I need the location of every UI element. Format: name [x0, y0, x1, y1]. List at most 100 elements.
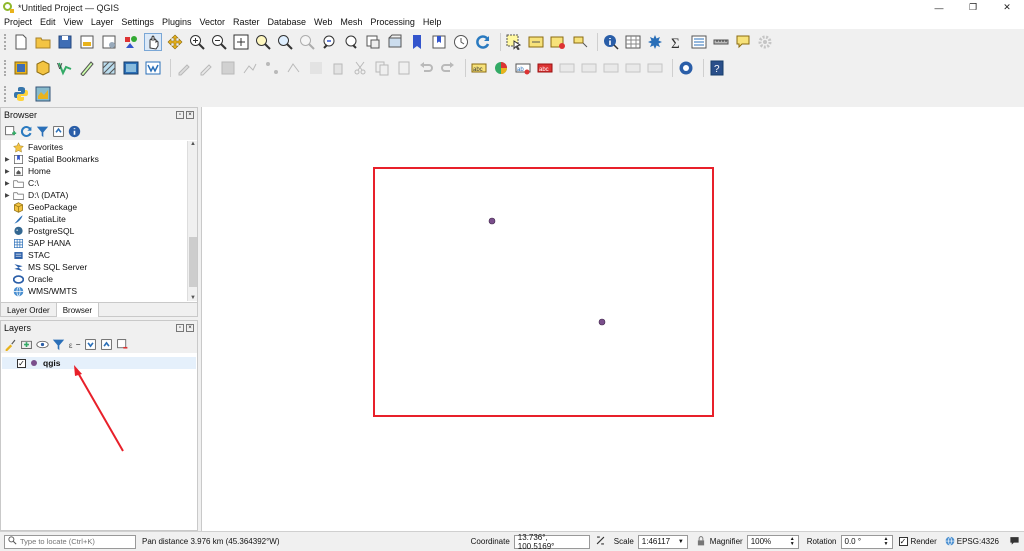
close-panel-button[interactable]: ×	[186, 324, 194, 332]
undo-button[interactable]	[417, 59, 435, 77]
crs-button[interactable]: EPSG:4326	[957, 537, 999, 546]
zoom-full-button[interactable]	[232, 33, 250, 51]
tree-item-stac[interactable]: STAC	[1, 249, 187, 261]
identify-features-button[interactable]	[602, 33, 620, 51]
toolbar-grip[interactable]	[4, 86, 8, 102]
modify-attributes-button[interactable]	[307, 59, 325, 77]
map-point-feature[interactable]	[488, 217, 496, 225]
change-label-button[interactable]	[602, 59, 620, 77]
add-selected-layers-icon[interactable]	[4, 125, 17, 138]
tree-item-favorites[interactable]: Favorites	[1, 141, 187, 153]
tab-browser[interactable]: Browser	[56, 303, 100, 317]
expand-all-icon[interactable]	[84, 338, 97, 351]
remove-layer-icon[interactable]	[116, 338, 129, 351]
filter-legend-icon[interactable]	[52, 338, 65, 351]
scroll-up-icon[interactable]: ▲	[188, 141, 198, 147]
rotate-label-button[interactable]	[580, 59, 598, 77]
delete-selected-button[interactable]	[329, 59, 347, 77]
scrollbar-thumb[interactable]	[189, 237, 197, 287]
data-source-manager-button[interactable]	[12, 59, 30, 77]
pan-map-button[interactable]	[144, 33, 162, 51]
zoom-in-button[interactable]	[188, 33, 206, 51]
new-map-view-button[interactable]	[364, 33, 382, 51]
zoom-to-selection-button[interactable]	[254, 33, 272, 51]
info-icon[interactable]	[68, 125, 81, 138]
vertex-tool-button[interactable]	[285, 59, 303, 77]
tab-layer-order[interactable]: Layer Order	[1, 303, 57, 317]
measure-line-button[interactable]	[712, 33, 730, 51]
zoom-next-button[interactable]	[342, 33, 360, 51]
tree-item-sap-hana[interactable]: SAP HANA	[1, 237, 187, 249]
show-hide-label-button[interactable]	[646, 59, 664, 77]
rotation-spinbox[interactable]: 0.0 ° ▲ ▼	[840, 534, 893, 549]
toggle-editing-button[interactable]	[197, 59, 215, 77]
highlight-pinned-labels-button[interactable]: ab	[514, 59, 532, 77]
scale-combobox[interactable]: 1:46117 ▼	[637, 534, 688, 549]
add-group-icon[interactable]	[20, 338, 33, 351]
add-raster-layer-button[interactable]	[78, 59, 96, 77]
open-project-button[interactable]	[34, 33, 52, 51]
pan-to-selection-button[interactable]	[166, 33, 184, 51]
add-mesh-layer-button[interactable]	[100, 59, 118, 77]
help-button[interactable]: ?	[708, 59, 726, 77]
coordinate-field[interactable]: 13.736°, 100.5169°	[513, 533, 590, 551]
filter-expression-icon[interactable]: ε	[68, 338, 81, 351]
tree-item-wms-wmts[interactable]: WMS/WMTS	[1, 285, 187, 297]
temporal-controller-button[interactable]	[452, 33, 470, 51]
show-bookmarks-button[interactable]	[430, 33, 448, 51]
close-panel-button[interactable]: ×	[186, 111, 194, 119]
magnifier-spinbox[interactable]: 100% ▲ ▼	[746, 534, 799, 549]
menu-database[interactable]: Database	[268, 17, 307, 27]
menu-help[interactable]: Help	[423, 17, 442, 27]
locator-input[interactable]	[20, 537, 130, 546]
expand-arrow-icon[interactable]: ▶	[5, 168, 13, 175]
expand-arrow-icon[interactable]: ▶	[5, 192, 13, 199]
save-layer-edits-button[interactable]	[219, 59, 237, 77]
maximize-button[interactable]: ❐	[956, 0, 990, 15]
show-hide-labels-button[interactable]: abc	[536, 59, 554, 77]
pin-label-button[interactable]	[624, 59, 642, 77]
copy-features-button[interactable]	[373, 59, 391, 77]
menu-view[interactable]: View	[64, 17, 83, 27]
menu-settings[interactable]: Settings	[121, 17, 154, 27]
float-panel-button[interactable]: ▫	[176, 324, 184, 332]
new-project-button[interactable]	[12, 33, 30, 51]
new-bookmark-button[interactable]	[408, 33, 426, 51]
tree-item-mssql[interactable]: MS SQL Server	[1, 261, 187, 273]
layer-visibility-checkbox[interactable]: ✓	[17, 358, 26, 368]
current-edits-button[interactable]	[175, 59, 193, 77]
collapse-all-icon[interactable]	[100, 338, 113, 351]
layer-diagram-button[interactable]	[492, 59, 510, 77]
cut-features-button[interactable]	[351, 59, 369, 77]
zoom-native-button[interactable]	[298, 33, 316, 51]
paste-features-button[interactable]	[395, 59, 413, 77]
expand-arrow-icon[interactable]: ▶	[5, 156, 13, 163]
map-point-feature[interactable]	[598, 318, 606, 326]
float-panel-button[interactable]: ▫	[176, 111, 184, 119]
menu-vector[interactable]: Vector	[199, 17, 225, 27]
zoom-to-layer-button[interactable]	[276, 33, 294, 51]
locator-bar[interactable]	[4, 534, 136, 549]
move-label-button[interactable]	[558, 59, 576, 77]
collapse-all-icon[interactable]	[52, 125, 65, 138]
crs-globe-icon[interactable]	[945, 535, 955, 548]
tree-item-spatialite[interactable]: SpatiaLite	[1, 213, 187, 225]
menu-web[interactable]: Web	[314, 17, 332, 27]
add-line-feature-button[interactable]	[241, 59, 259, 77]
zoom-last-button[interactable]	[320, 33, 338, 51]
menu-mesh[interactable]: Mesh	[340, 17, 362, 27]
new-print-layout-button[interactable]	[78, 33, 96, 51]
map-canvas[interactable]	[201, 107, 1024, 531]
digitize-shape-button[interactable]	[263, 59, 281, 77]
select-by-value-button[interactable]	[527, 33, 545, 51]
filter-icon[interactable]	[36, 125, 49, 138]
tree-item-geopackage[interactable]: GeoPackage	[1, 201, 187, 213]
scroll-down-icon[interactable]: ▼	[188, 295, 198, 301]
minimize-button[interactable]: —	[922, 0, 956, 15]
render-checkbox[interactable]: ✓	[898, 537, 908, 546]
zoom-out-button[interactable]	[210, 33, 228, 51]
tree-item-spatial-bookmarks[interactable]: ▶ Spatial Bookmarks	[1, 153, 187, 165]
tree-item-d-drive[interactable]: ▶ D:\ (DATA)	[1, 189, 187, 201]
deselect-features-button[interactable]	[549, 33, 567, 51]
python-console-icon[interactable]	[12, 85, 30, 103]
